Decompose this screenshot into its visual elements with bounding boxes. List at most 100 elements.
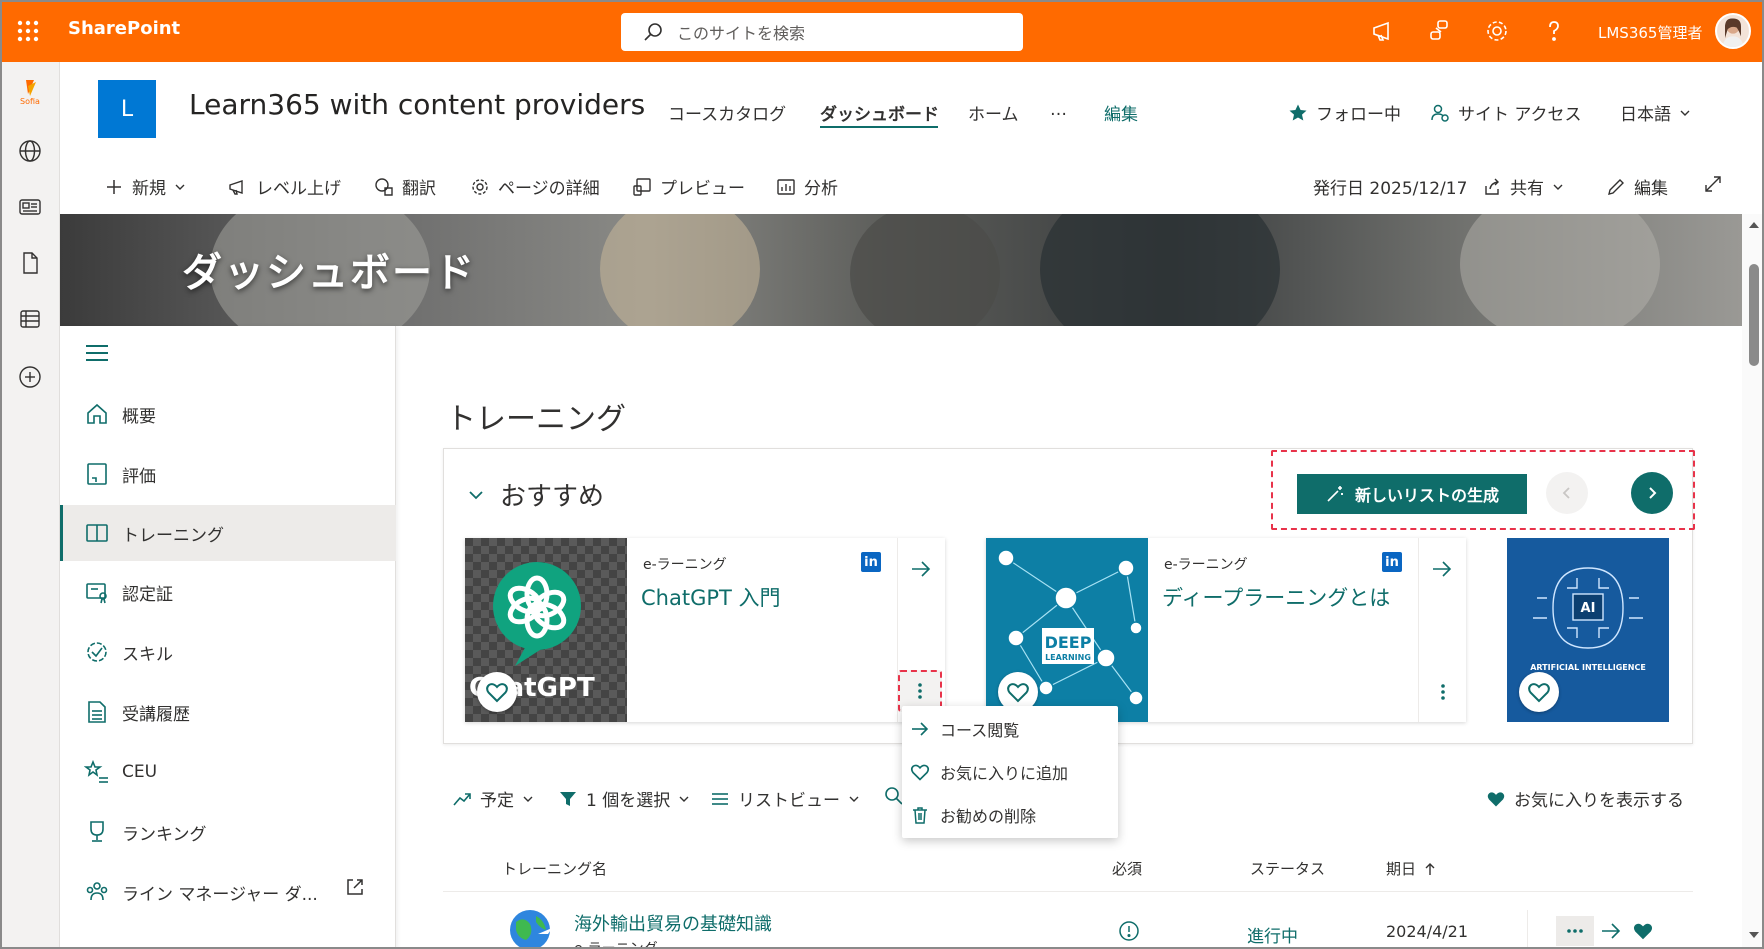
hamburger-menu-icon[interactable] xyxy=(84,342,110,364)
training-name-link[interactable]: 海外輸出貿易の基礎知識 xyxy=(574,910,772,936)
svg-text:LEARNING: LEARNING xyxy=(1045,653,1091,662)
add-circle-icon[interactable] xyxy=(17,364,43,390)
page-details-button[interactable]: ページの詳細 xyxy=(470,174,600,199)
analytics-button[interactable]: 分析 xyxy=(776,174,838,199)
recommended-header[interactable]: おすすめ xyxy=(468,476,604,513)
external-link-icon[interactable] xyxy=(344,876,366,898)
list-icon[interactable] xyxy=(17,306,43,332)
leftnav-overview[interactable]: 概要 xyxy=(60,386,396,442)
due-date: 2024/4/21 xyxy=(1386,922,1469,941)
column-header-name[interactable]: トレーニング名 xyxy=(502,858,607,879)
leftnav-skills[interactable]: スキル xyxy=(60,624,396,680)
follow-button[interactable]: フォロー中 xyxy=(1288,100,1401,125)
avatar[interactable] xyxy=(1715,13,1751,49)
preview-button[interactable]: プレビュー xyxy=(632,174,745,199)
show-favorites-toggle[interactable]: お気に入りを表示する xyxy=(1486,786,1684,811)
share-network-icon[interactable] xyxy=(1426,18,1452,44)
edit-page-button[interactable]: 編集 xyxy=(1606,174,1668,199)
section-heading: トレーニング xyxy=(446,402,626,437)
site-access-button[interactable]: サイト アクセス xyxy=(1430,100,1582,125)
globe-icon[interactable] xyxy=(17,138,43,164)
magic-wand-icon xyxy=(1327,486,1343,502)
megaphone-icon[interactable] xyxy=(1370,18,1396,44)
scroll-down-icon[interactable] xyxy=(1747,928,1761,942)
column-header-required[interactable]: 必須 xyxy=(1112,858,1142,879)
leftnav-history[interactable]: 受講履歴 xyxy=(60,684,396,740)
table-divider xyxy=(443,891,1693,892)
help-icon[interactable] xyxy=(1541,18,1567,44)
course-title[interactable]: ChatGPT 入門 xyxy=(641,582,781,612)
app-launcher-icon[interactable] xyxy=(14,17,42,45)
course-card[interactable]: ChatGPT e-ラーニング ChatGPT 入門 in xyxy=(465,538,945,722)
arrow-right-icon[interactable] xyxy=(1431,558,1453,580)
heart-icon xyxy=(910,764,930,781)
generate-list-button[interactable]: 新しいリストの生成 xyxy=(1297,474,1527,514)
people-icon xyxy=(1430,103,1450,123)
gear-icon[interactable] xyxy=(1484,18,1510,44)
topnav-home[interactable]: ホーム xyxy=(968,100,1019,125)
column-header-status[interactable]: ステータス xyxy=(1250,858,1325,879)
course-card[interactable]: DEEP LEARNING e-ラーニング ディープラーニングとは in xyxy=(986,538,1466,722)
leftnav-ceu[interactable]: CEU xyxy=(60,744,396,800)
level-up-button[interactable]: レベル上げ xyxy=(228,174,341,199)
site-title[interactable]: Learn365 with content providers xyxy=(189,88,645,121)
chevron-down-icon xyxy=(1553,184,1563,190)
carousel-prev-button[interactable] xyxy=(1546,472,1588,514)
carousel-next-button[interactable] xyxy=(1631,472,1673,514)
leftnav-evaluation[interactable]: 評価 xyxy=(60,446,396,502)
user-name[interactable]: LMS365管理者 xyxy=(1598,22,1702,43)
topnav-more[interactable]: … xyxy=(1050,100,1067,120)
course-title[interactable]: ディープラーニングとは xyxy=(1162,582,1390,612)
svg-text:ARTIFICIAL INTELLIGENCE: ARTIFICIAL INTELLIGENCE xyxy=(1530,663,1646,672)
search-icon[interactable] xyxy=(884,786,904,806)
leftnav-ranking[interactable]: ランキング xyxy=(60,804,396,860)
scrollbar-thumb[interactable] xyxy=(1749,264,1759,366)
news-icon[interactable] xyxy=(17,194,43,220)
chevron-down-icon xyxy=(849,796,859,802)
context-menu: コース閲覧 お気に入りに追加 お勧めの削除 xyxy=(902,706,1118,838)
list-view-selector[interactable]: リストビュー xyxy=(710,786,860,811)
row-open-arrow-icon[interactable] xyxy=(1600,920,1622,942)
topnav-edit[interactable]: 編集 xyxy=(1104,100,1138,125)
column-header-due[interactable]: 期日 xyxy=(1386,858,1436,879)
leftnav-certificates[interactable]: 認定証 xyxy=(60,564,396,620)
book-icon xyxy=(86,524,108,542)
search-box[interactable]: このサイトを検索 xyxy=(621,13,1023,51)
translate-button[interactable]: 翻訳 xyxy=(374,174,436,199)
app-brand[interactable]: SharePoint xyxy=(68,18,180,39)
trend-up-icon xyxy=(453,792,471,806)
status-badge[interactable]: 進行中 xyxy=(1247,922,1298,947)
course-card[interactable]: AI ARTIFICIAL INTELLIGENCE xyxy=(1507,538,1669,722)
plus-icon xyxy=(107,179,121,194)
document-icon[interactable] xyxy=(17,250,43,276)
topnav-dashboard[interactable]: ダッシュボード xyxy=(820,100,939,125)
topnav-course-catalog[interactable]: コースカタログ xyxy=(668,100,786,125)
sofia-logo-icon[interactable]: Sofia xyxy=(14,78,46,106)
certificate-icon xyxy=(86,583,107,604)
favorite-heart-icon[interactable] xyxy=(477,672,517,712)
menu-item-view-course[interactable]: コース閲覧 xyxy=(910,708,1019,750)
schedule-filter[interactable]: 予定 xyxy=(452,786,534,811)
evaluation-icon xyxy=(87,463,107,485)
more-vertical-icon[interactable] xyxy=(1440,682,1446,702)
leftnav-training[interactable]: トレーニング xyxy=(60,505,396,561)
row-favorite-heart-icon[interactable] xyxy=(1632,920,1654,942)
chevron-left-icon xyxy=(1562,487,1570,499)
menu-item-add-favorite[interactable]: お気に入りに追加 xyxy=(910,751,1068,793)
language-selector[interactable]: 日本語 xyxy=(1620,100,1691,125)
course-type: e-ラーニング xyxy=(643,557,727,573)
arrow-right-icon[interactable] xyxy=(910,558,932,580)
menu-item-remove-recommendation[interactable]: お勧めの削除 xyxy=(910,794,1036,836)
site-logo[interactable]: L xyxy=(98,80,156,138)
expand-icon[interactable] xyxy=(1703,174,1723,194)
scroll-up-icon[interactable] xyxy=(1747,218,1761,232)
gear-icon xyxy=(472,178,488,195)
row-more-button[interactable] xyxy=(1556,916,1594,946)
filter-select[interactable]: 1 個を選択 xyxy=(558,786,690,811)
favorite-heart-icon[interactable] xyxy=(1519,672,1559,712)
trash-icon xyxy=(913,807,927,824)
chevron-down-icon xyxy=(1679,107,1691,119)
share-button[interactable]: 共有 xyxy=(1482,174,1564,199)
search-icon xyxy=(643,22,663,42)
new-button[interactable]: 新規 xyxy=(104,174,186,199)
